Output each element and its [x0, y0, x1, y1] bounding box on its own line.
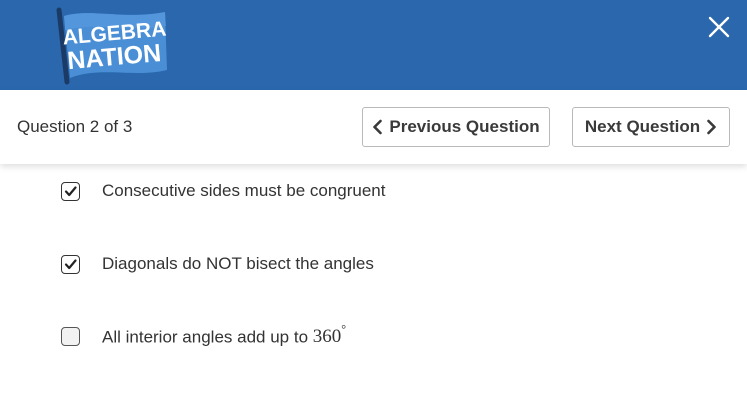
answer-option[interactable]: Diagonals do NOT bisect the angles	[0, 244, 747, 284]
option-label-text: All interior angles add up to	[102, 327, 313, 347]
chevron-left-icon	[373, 119, 383, 135]
checkmark-icon	[64, 185, 77, 196]
option-label: Diagonals do NOT bisect the angles	[102, 254, 374, 273]
checkbox-checked[interactable]	[61, 181, 80, 201]
option-label: Consecutive sides must be congruent	[102, 181, 386, 200]
answer-option[interactable]: Consecutive sides must be congruent	[0, 171, 747, 211]
answer-options: Consecutive sides must be congruent Diag…	[0, 164, 747, 420]
question-counter: Question 2 of 3	[17, 117, 133, 136]
algebra-nation-logo: ALGEBRA NATION	[55, 6, 170, 86]
chevron-right-icon	[707, 119, 716, 135]
checkmark-icon	[64, 258, 77, 269]
option-label: All interior angles add up to 360°	[102, 322, 346, 348]
question-navbar: Question 2 of 3 Previous Question Next Q…	[0, 90, 747, 164]
app-header: ALGEBRA NATION	[0, 0, 747, 90]
angle-number: 360	[312, 326, 342, 348]
degree-symbol: °	[341, 321, 347, 336]
angle-sum-value: 360°	[312, 322, 346, 348]
checkbox-unchecked[interactable]	[61, 326, 80, 346]
close-button[interactable]	[702, 10, 736, 44]
next-question-label: Next Question	[584, 117, 701, 136]
answer-option[interactable]: All interior angles add up to 360°	[0, 316, 747, 356]
previous-question-label: Previous Question	[389, 117, 540, 136]
close-icon	[708, 16, 730, 38]
previous-question-button[interactable]: Previous Question	[362, 107, 550, 147]
next-question-button[interactable]: Next Question	[572, 107, 730, 147]
checkbox-checked[interactable]	[61, 254, 80, 274]
